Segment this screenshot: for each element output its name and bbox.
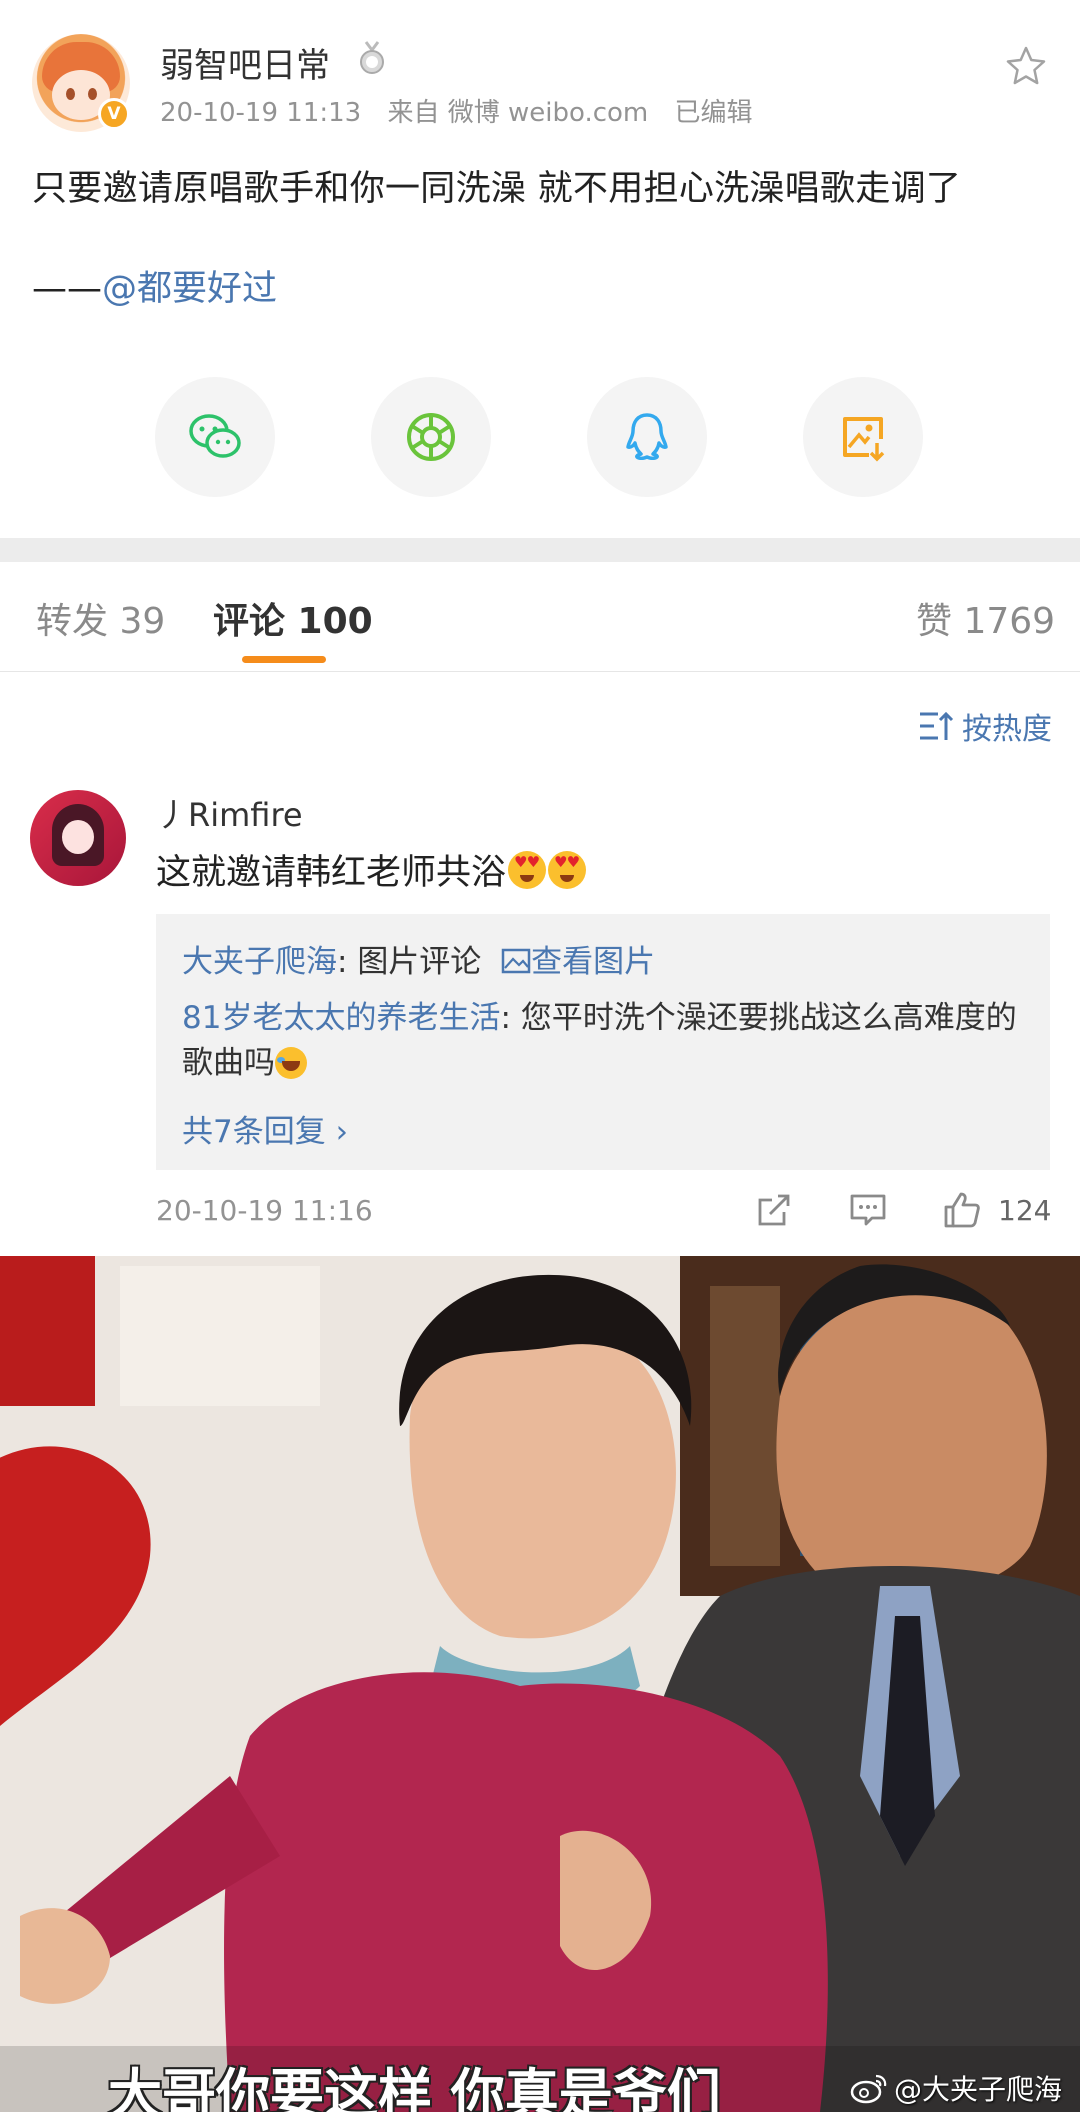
share-row xyxy=(0,377,1080,497)
share-wechat-button[interactable] xyxy=(155,377,275,497)
comment-like-count: 124 xyxy=(998,1194,1052,1227)
laugh-cry-emoji xyxy=(275,1047,307,1079)
sort-by-hot-button[interactable]: 按热度 xyxy=(918,704,1052,748)
mention-link[interactable]: @都要好过 xyxy=(102,269,277,309)
reply-item: 81岁老太太的养老生活: 您平时洗个澡还要挑战这么高难度的歌曲吗 xyxy=(182,996,1032,1086)
sort-icon xyxy=(920,711,954,740)
tab-comments[interactable]: 评论 100 xyxy=(213,592,373,644)
meme-image xyxy=(0,1256,1080,2112)
comment-text: 这就邀请韩红老师共浴 xyxy=(156,844,587,895)
sort-label: 按热度 xyxy=(962,712,1052,747)
reply-text: 图片评论 xyxy=(357,944,482,980)
post-meta: 20-10-19 11:13 来自 微博 weibo.com 已编辑 xyxy=(160,92,771,129)
author-name[interactable]: 弱智吧日常 xyxy=(160,38,330,87)
reply-icon[interactable] xyxy=(848,1190,888,1230)
post-timestamp: 20-10-19 11:13 xyxy=(160,98,362,128)
heart-eyes-emoji xyxy=(548,850,587,889)
reply-item: 大夹子爬海: 图片评论 查看图片 xyxy=(182,936,655,981)
qq-icon xyxy=(626,413,668,461)
commenter-avatar[interactable] xyxy=(30,790,126,886)
post-text: 只要邀请原唱歌手和你一同洗澡 就不用担心洗澡唱歌走调了 xyxy=(32,169,962,209)
medal-icon xyxy=(360,41,384,74)
save-image-icon xyxy=(843,417,885,462)
comment-image[interactable]: 大哥你要这样 你真是爷们 @大夹子爬海 xyxy=(0,1256,1080,2112)
weibo-logo-icon xyxy=(850,2074,887,2104)
weibo-post: V 弱智吧日常 20-10-19 11:13 来自 微博 weibo.com 已… xyxy=(0,0,1080,538)
replies-box[interactable]: 大夹子爬海: 图片评论 查看图片 81岁老太太的养老生活: 您平时洗个澡还要挑战… xyxy=(156,914,1050,1170)
tab-reposts[interactable]: 转发 39 xyxy=(36,592,165,644)
save-image-button[interactable] xyxy=(803,377,923,497)
avatar-eye xyxy=(66,88,75,100)
avatar-eye xyxy=(88,88,97,100)
post-source: 来自 微博 weibo.com xyxy=(387,98,649,128)
post-credit: ——@都要好过 xyxy=(32,260,277,311)
credit-dash: —— xyxy=(32,269,102,309)
share-icon[interactable] xyxy=(754,1190,794,1230)
reply-sep: : xyxy=(500,1000,521,1036)
reply-user[interactable]: 大夹子爬海 xyxy=(182,944,337,980)
comment-timestamp: 20-10-19 11:16 xyxy=(156,1194,373,1227)
image-watermark: @大夹子爬海 xyxy=(850,2068,1062,2108)
reply-user[interactable]: 81岁老太太的养老生活 xyxy=(182,1000,500,1036)
post-tabs: 转发 39 评论 100 赞 1769 xyxy=(0,562,1080,672)
comment-body: 这就邀请韩红老师共浴 xyxy=(156,853,507,893)
active-tab-indicator xyxy=(242,656,326,663)
like-icon[interactable] xyxy=(942,1190,982,1230)
image-caption: 大哥你要这样 你真是爷们 xyxy=(108,2063,721,2112)
watermark-text: @大夹子爬海 xyxy=(894,2073,1063,2106)
edited-label[interactable]: 已编辑 xyxy=(675,98,753,128)
star-icon[interactable] xyxy=(1004,44,1048,88)
wechat-icon xyxy=(189,414,241,458)
commenter-name[interactable]: 丿Rimfire xyxy=(156,790,303,836)
view-image-link[interactable]: 查看图片 xyxy=(531,944,655,980)
share-moments-button[interactable] xyxy=(371,377,491,497)
moments-icon xyxy=(407,413,455,461)
image-icon xyxy=(501,948,531,974)
more-replies-link[interactable]: 共7条回复 › xyxy=(182,1106,348,1151)
tab-likes[interactable]: 赞 1769 xyxy=(916,592,1055,644)
verified-badge-icon: V xyxy=(98,98,130,130)
reply-sep: : xyxy=(337,944,358,980)
section-divider xyxy=(0,538,1080,562)
heart-eyes-emoji xyxy=(508,850,547,889)
share-qq-button[interactable] xyxy=(587,377,707,497)
avatar-face xyxy=(62,820,94,854)
